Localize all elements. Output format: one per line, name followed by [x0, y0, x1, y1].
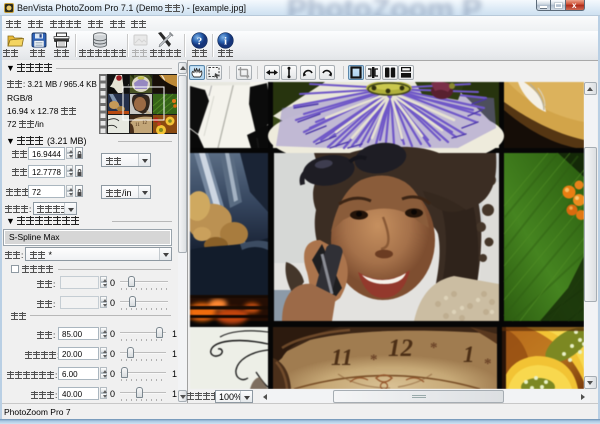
svg-text:11: 11	[331, 345, 353, 370]
svg-text:*: *	[370, 352, 378, 368]
svg-text:i: i	[224, 36, 227, 48]
svg-text:*: *	[484, 356, 492, 372]
svg-text:11: 11	[135, 123, 140, 128]
svg-text:*: *	[430, 340, 438, 356]
svg-text:12: 12	[142, 121, 148, 126]
svg-text:12: 12	[388, 335, 413, 362]
svg-text:1: 1	[463, 342, 475, 367]
svg-text:?: ?	[197, 36, 203, 48]
